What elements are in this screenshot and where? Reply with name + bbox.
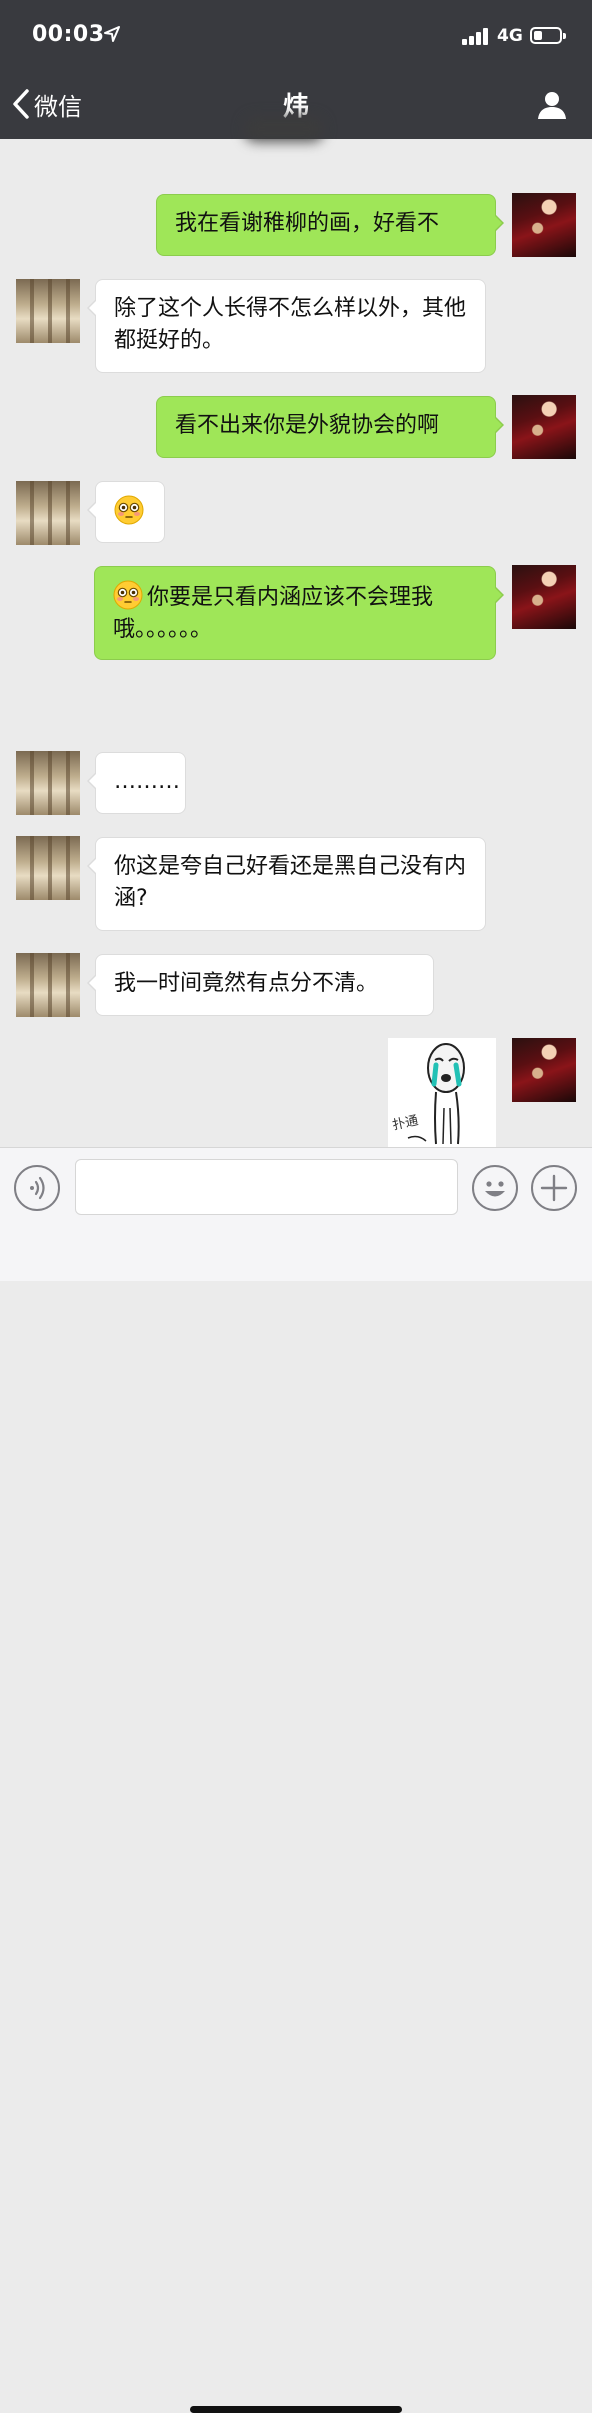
message-text: 我在看谢稚柳的画，好看不 bbox=[175, 211, 440, 236]
message-bubble-incoming[interactable]: 你这是夸自己好看还是黑自己没有内涵? bbox=[87, 837, 486, 931]
status-time: 00:03 bbox=[32, 22, 105, 47]
profile-icon[interactable] bbox=[536, 88, 568, 120]
voice-wave-icon bbox=[30, 1176, 45, 1200]
input-bar bbox=[0, 1147, 592, 2413]
battery-icon bbox=[530, 27, 566, 44]
contact-avatar[interactable] bbox=[16, 481, 80, 545]
flushed-face-emoji-icon bbox=[113, 580, 143, 610]
my-avatar[interactable] bbox=[512, 565, 576, 629]
message-bubble-outgoing[interactable]: 我在看谢稚柳的画，好看不 bbox=[156, 194, 504, 256]
message-input[interactable] bbox=[75, 1159, 458, 1215]
contact-avatar[interactable] bbox=[16, 279, 80, 343]
more-button[interactable] bbox=[531, 1165, 577, 1211]
network-type: 4G bbox=[497, 26, 523, 46]
contact-avatar[interactable] bbox=[16, 953, 80, 1017]
message-bubble-incoming[interactable]: 除了这个人长得不怎么样以外，其他都挺好的。 bbox=[87, 279, 486, 373]
signal-strength-icon bbox=[462, 28, 492, 45]
contact-avatar[interactable] bbox=[16, 751, 80, 815]
crying-meme-sticker[interactable]: 扑通 bbox=[388, 1038, 496, 1147]
my-avatar[interactable] bbox=[512, 1038, 576, 1102]
message-text: 你这是夸自己好看还是黑自己没有内涵? bbox=[114, 854, 467, 911]
message-bubble-incoming[interactable]: ……… bbox=[87, 752, 186, 814]
message-text: 我一时间竟然有点分不清。 bbox=[114, 971, 379, 996]
contact-avatar[interactable] bbox=[16, 836, 80, 900]
emoji-button[interactable] bbox=[472, 1165, 518, 1211]
my-avatar[interactable] bbox=[512, 395, 576, 459]
my-avatar[interactable] bbox=[512, 193, 576, 257]
message-bubble-incoming[interactable]: 我一时间竟然有点分不清。 bbox=[87, 954, 434, 1016]
message-bubble-outgoing[interactable]: 看不出来你是外貌协会的啊 bbox=[156, 396, 504, 458]
top-bar: 00:03 4G 微信 炜 bbox=[0, 0, 592, 142]
message-list[interactable]: 我在看谢稚柳的画，好看不 除了这个人长得不怎么样以外，其他都挺好的。 看不出来你… bbox=[0, 139, 592, 1147]
message-text: 看不出来你是外貌协会的啊 bbox=[175, 413, 440, 438]
home-indicator bbox=[190, 2406, 402, 2413]
message-bubble-incoming[interactable] bbox=[87, 481, 165, 543]
plus-icon bbox=[540, 1174, 568, 1202]
location-arrow-icon bbox=[104, 26, 120, 42]
message-bubble-outgoing[interactable]: 你要是只看内涵应该不会理我哦。。。。。。 bbox=[94, 566, 504, 660]
flushed-face-emoji-icon bbox=[114, 495, 144, 525]
message-text: ……… bbox=[114, 769, 180, 794]
smiley-icon bbox=[485, 1181, 505, 1197]
message-text: 除了这个人长得不怎么样以外，其他都挺好的。 bbox=[114, 296, 467, 353]
message-text: 你要是只看内涵应该不会理我哦。。。。。。 bbox=[113, 585, 434, 642]
voice-button[interactable] bbox=[14, 1165, 60, 1211]
